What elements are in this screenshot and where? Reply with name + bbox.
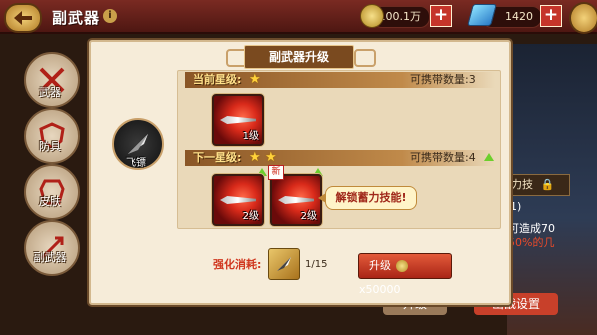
side-item-label: 副武器 [33,251,67,264]
back-button[interactable] [4,3,42,33]
next-capacity: 可携带数量:4 [410,151,476,164]
bg-text: 1) [510,200,522,213]
side-item-subweapon[interactable] [24,220,80,276]
ornament-right [354,49,376,67]
next-weapon-card-charged: 2级 [270,174,322,226]
star-icon: ★ [249,72,261,87]
coin-icon [395,260,408,272]
info-icon[interactable]: i [103,9,117,23]
card-level: 2级 [300,211,317,222]
home-button[interactable] [569,2,597,34]
upgrade-button[interactable]: 升级 x50000 [358,253,452,296]
card-level: 1级 [242,131,259,142]
dart-icon [277,257,291,271]
dialog-title: 副武器升级 [244,45,354,69]
star-icon: ★ [265,150,277,165]
weapon-name: 飞镖 [126,158,146,169]
side-item-armor[interactable] [24,108,80,164]
current-weapon-card: 1级 [212,94,264,146]
dart-icon [220,116,256,124]
add-gems-button[interactable]: + [540,5,562,27]
card-level: 2级 [242,211,259,222]
upgrade-cost: x50000 [359,283,401,296]
side-item-label: 武器 [39,86,61,99]
side-item-label: 防具 [39,140,61,153]
coin-icon [360,4,384,28]
skill-unlock-bubble: 解锁蓄力技能! [325,186,417,210]
current-star-label: 当前星级: [193,73,242,86]
back-arrow-icon [14,11,32,25]
upgrade-button-label: 升级 [369,259,391,272]
bg-text: 50%的几 [508,236,555,249]
lock-icon: 🔒 [540,178,555,191]
cost-label: 强化消耗: [213,258,262,271]
upgrade-material-item[interactable] [268,248,300,280]
current-capacity: 可携带数量:3 [410,73,476,86]
dart-icon [220,196,256,204]
new-badge: 新 [268,165,284,180]
capacity-up-arrow-icon [484,153,494,161]
side-item-label: 皮肤 [39,195,61,208]
next-star-label: 下一星级: [193,151,242,164]
material-count: 1/15 [305,259,328,270]
side-item-skin[interactable] [24,164,80,220]
skill-lock-badge: 力技 🔒 [506,174,570,196]
star-icon: ★ [249,150,261,165]
next-weapon-card: 2级 [212,174,264,226]
skill-lock-label: 力技 [511,178,533,191]
dart-icon [278,196,314,204]
page-title: 副武器 [52,9,101,27]
add-gold-button[interactable]: + [430,5,452,27]
